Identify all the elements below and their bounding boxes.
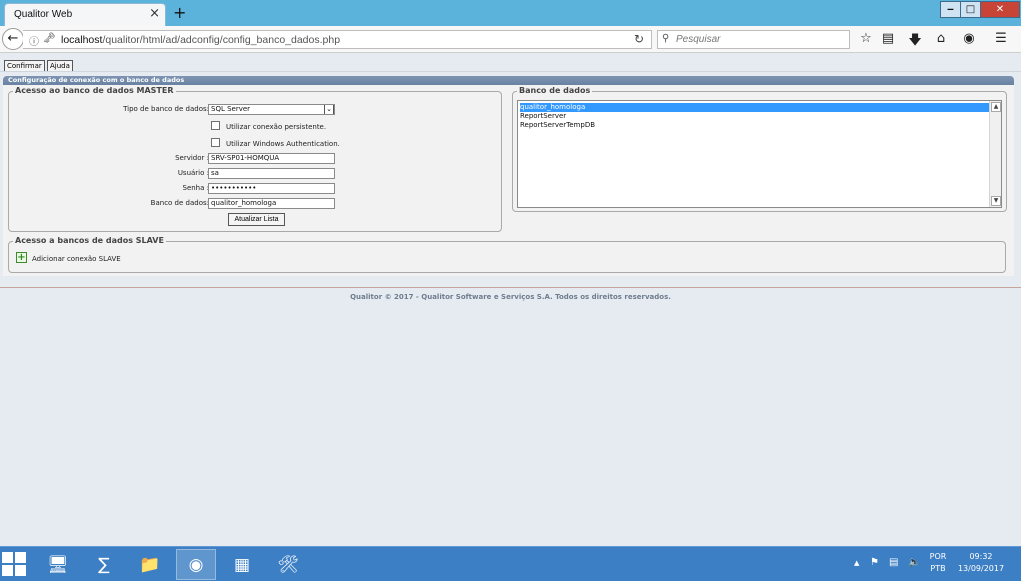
bookmark-star-icon[interactable]: ☆ (857, 31, 875, 46)
downloads-icon[interactable]: 🡇 (906, 31, 924, 53)
password-label: Senha : (182, 184, 210, 192)
master-fieldset: Acesso ao banco de dados MASTER Tipo de … (8, 86, 502, 232)
language-top: POR (929, 552, 947, 561)
persistent-connection-checkbox[interactable] (211, 121, 220, 130)
url-path: /qualitor/html/ad/adconfig/config_banco_… (102, 34, 341, 46)
database-item-2[interactable]: ReportServerTempDB (520, 121, 595, 130)
add-slave-link[interactable]: Adicionar conexão SLAVE (32, 255, 121, 263)
network-icon[interactable]: ▤ (889, 557, 898, 568)
home-icon[interactable]: ⌂ (932, 31, 950, 46)
user-label: Usuário : (177, 169, 209, 177)
update-list-button[interactable]: Atualizar Lista (228, 213, 285, 226)
toolbar-divider (0, 71, 1021, 72)
databases-legend: Banco de dados (517, 86, 593, 95)
windows-logo-pane (2, 565, 13, 576)
url-bar[interactable]: ⓘ 🗝︎ localhost/qualitor/html/ad/adconfig… (23, 30, 652, 49)
tab-title: Qualitor Web (14, 9, 73, 20)
slave-fieldset: Acesso a bancos de dados SLAVE + Adicion… (8, 236, 1006, 273)
search-bar[interactable]: ⚲ Pesquisar (657, 30, 850, 49)
windows-logo-pane (15, 565, 26, 576)
slave-legend: Acesso a bancos de dados SLAVE (13, 236, 166, 245)
scroll-up-icon[interactable]: ▲ (991, 102, 1001, 112)
windows-logo-pane (15, 552, 26, 563)
panel-body: Acesso ao banco de dados MASTER Tipo de … (3, 85, 1014, 276)
key-icon: 🗝︎ (43, 33, 56, 44)
reading-list-icon[interactable]: ▤ (879, 31, 897, 46)
windows-logo-icon (2, 552, 13, 563)
search-icon: ⚲ (662, 33, 670, 44)
menu-icon[interactable]: ☰ (992, 31, 1010, 46)
listbox-scrollbar[interactable]: ▲ ▼ (989, 101, 1001, 207)
add-icon[interactable]: + (16, 252, 27, 263)
search-placeholder: Pesquisar (676, 34, 721, 45)
setup-tool-icon[interactable]: 🛠 (268, 549, 308, 580)
url-host: localhost (61, 34, 103, 46)
db-type-value: SQL Server (211, 105, 251, 113)
database-item-1[interactable]: ReportServer (520, 112, 566, 121)
browser-tab[interactable]: Qualitor Web × (4, 3, 166, 26)
clock-time: 09:32 (969, 552, 993, 561)
new-tab-button[interactable]: + (173, 3, 186, 22)
back-button[interactable]: ← (2, 28, 24, 50)
pocket-icon[interactable]: ◉ (960, 31, 978, 46)
maximize-button[interactable]: □ (960, 1, 981, 18)
database-item-0[interactable]: qualitor_homologa (520, 103, 989, 112)
database-input[interactable]: qualitor_homologa (208, 198, 335, 209)
footer-divider (0, 287, 1021, 288)
back-arrow-icon: ← (7, 31, 19, 46)
chevron-down-icon[interactable]: ⌄ (324, 105, 334, 114)
powershell-icon[interactable]: ∑ (84, 549, 124, 580)
taskbar: 🖥 ∑ 📁 ◉ ▦ 🛠 ▲ ⚑ ▤ 🔈 POR PTB 09:32 13/09/… (0, 546, 1021, 581)
browser-titlebar: Qualitor Web × + ‒ □ ✕ (0, 0, 1021, 26)
tab-close-icon[interactable]: × (149, 6, 160, 21)
page-content: Confirmar Ajuda Configuração de conexão … (0, 54, 1021, 546)
scroll-down-icon[interactable]: ▼ (991, 196, 1001, 206)
volume-icon[interactable]: 🔈 (908, 557, 920, 568)
server-label: Servidor : (175, 154, 209, 162)
info-icon[interactable]: ⓘ (29, 33, 39, 48)
db-type-select[interactable]: SQL Server ⌄ (208, 104, 335, 115)
server-input[interactable]: SRV-SP01-HOMQUA (208, 153, 335, 164)
windows-auth-checkbox[interactable] (211, 138, 220, 147)
language-indicator[interactable]: POR PTB (926, 551, 950, 575)
sql-tools-icon[interactable]: ▦ (222, 549, 262, 580)
windows-auth-label: Utilizar Windows Authentication. (226, 140, 340, 148)
language-bottom: PTB (930, 564, 946, 573)
reload-icon[interactable]: ↻ (634, 32, 644, 46)
firefox-icon[interactable]: ◉ (176, 549, 216, 580)
panel-header: Configuração de conexão com o banco de d… (3, 76, 1014, 85)
footer-copyright: Qualitor © 2017 - Qualitor Software e Se… (350, 293, 671, 301)
db-type-label: Tipo de banco de dados: (123, 105, 209, 113)
persistent-connection-label: Utilizar conexão persistente. (226, 123, 327, 131)
password-input[interactable]: ••••••••••• (208, 183, 335, 194)
user-input[interactable]: sa (208, 168, 335, 179)
databases-listbox[interactable]: qualitor_homologa ReportServer ReportSer… (517, 100, 1002, 208)
tray-expand-icon[interactable]: ▲ (854, 559, 859, 567)
clock-date: 13/09/2017 (957, 564, 1005, 573)
file-explorer-icon[interactable]: 📁 (130, 549, 170, 580)
action-center-icon[interactable]: ⚑ (870, 557, 879, 568)
database-label: Banco de dados: (150, 199, 209, 207)
minimize-button[interactable]: ‒ (940, 1, 961, 18)
browser-navbar: ← ⓘ 🗝︎ localhost/qualitor/html/ad/adconf… (0, 26, 1021, 53)
server-manager-icon[interactable]: 🖥 (38, 549, 78, 580)
master-legend: Acesso ao banco de dados MASTER (13, 86, 176, 95)
databases-fieldset: Banco de dados qualitor_homologa ReportS… (512, 86, 1007, 212)
clock[interactable]: 09:32 13/09/2017 (955, 551, 1007, 575)
url-text[interactable]: localhost/qualitor/html/ad/adconfig/conf… (61, 34, 340, 46)
start-button[interactable] (2, 552, 28, 578)
close-window-button[interactable]: ✕ (980, 1, 1020, 18)
